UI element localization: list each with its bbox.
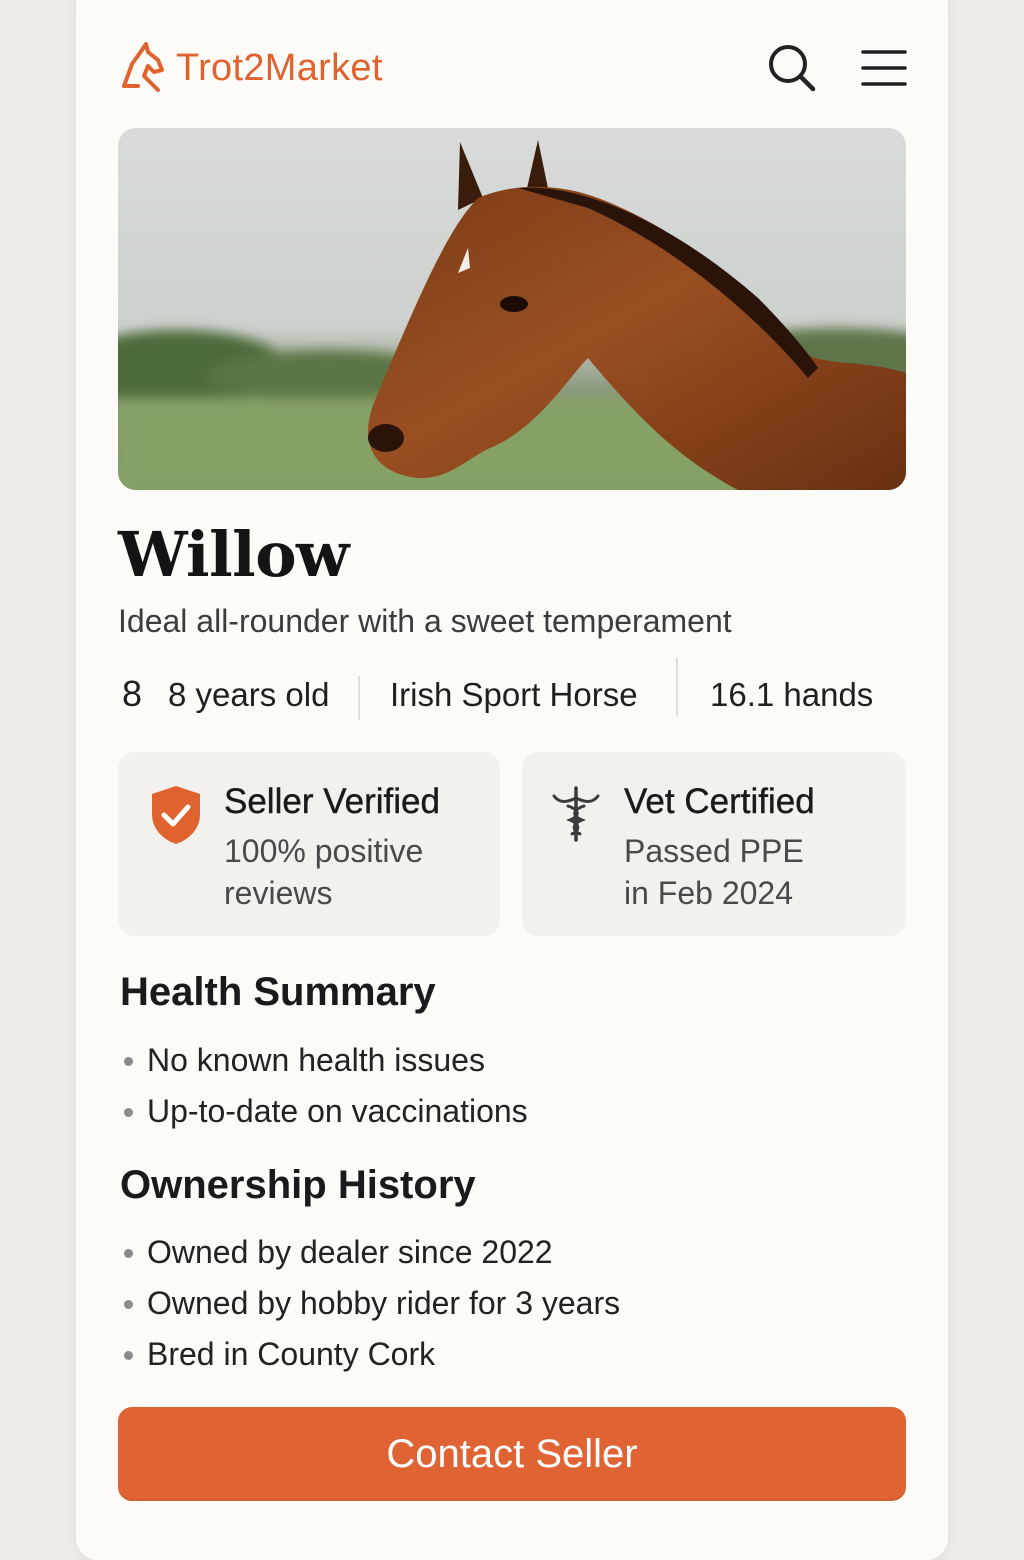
bullet-icon [124,1300,133,1309]
bullet-icon [124,1108,133,1117]
bullet-icon [124,1057,133,1066]
hamburger-menu-icon [861,50,907,86]
vet-certified-subtitle-line1: Passed PPE [624,833,804,869]
seller-verified-badge[interactable]: Seller Verified 100% positive reviews [118,752,500,936]
list-item: Owned by dealer since 2022 [120,1227,620,1278]
caduceus-icon [552,786,600,842]
list-item: Bred in County Cork [120,1329,620,1380]
age-stat: 8 years old [168,676,330,713]
vet-certified-badge[interactable]: Vet Certified Passed PPE in Feb 2024 [522,752,906,936]
shield-check-icon [152,786,200,844]
seller-verified-subtitle: 100% positive reviews [224,833,424,911]
search-button[interactable] [766,40,818,96]
top-bar: Trot2Market [118,36,908,106]
list-item: Owned by hobby rider for 3 years [120,1278,620,1329]
list-item-text: Owned by dealer since 2022 [147,1234,553,1270]
bullet-icon [124,1249,133,1258]
list-item-text: Up-to-date on vaccinations [147,1093,528,1129]
contact-seller-button[interactable]: Contact Seller [118,1407,906,1501]
horse-name: Willow [118,518,349,591]
list-item-text: Bred in County Cork [147,1336,436,1372]
vet-certified-subtitle-line2: in Feb 2024 [624,875,794,911]
vet-certified-title: Vet Certified [624,782,815,821]
breed-stat: Irish Sport Horse [390,676,638,713]
horse-photo[interactable] [118,128,906,490]
search-icon [769,45,816,92]
horse-head-logo-icon [122,42,164,92]
list-item: Up-to-date on vaccinations [120,1086,528,1137]
health-summary-heading: Health Summary [120,970,436,1014]
horse-photo-image [118,128,906,490]
list-item-text: No known health issues [147,1042,485,1078]
menu-button[interactable] [858,40,910,96]
bullet-icon [124,1351,133,1360]
horse-stats: 8 8 years old Irish Sport Horse 16.1 han… [118,658,908,732]
horse-tagline: Ideal all-rounder with a sweet temperame… [118,603,732,639]
ownership-history-list: Owned by dealer since 2022 Owned by hobb… [120,1227,620,1380]
ownership-history-heading: Ownership History [120,1163,476,1207]
seller-verified-title: Seller Verified [224,782,440,821]
stat-divider [358,676,360,720]
brand-name: Trot2Market [176,46,383,89]
age-number: 8 [122,673,143,714]
list-item: No known health issues [120,1035,528,1086]
stat-divider [676,658,678,716]
health-summary-list: No known health issues Up-to-date on vac… [120,1035,528,1137]
brand-logo[interactable]: Trot2Market [118,42,383,94]
height-stat: 16.1 hands [710,676,874,713]
list-item-text: Owned by hobby rider for 3 years [147,1285,621,1321]
